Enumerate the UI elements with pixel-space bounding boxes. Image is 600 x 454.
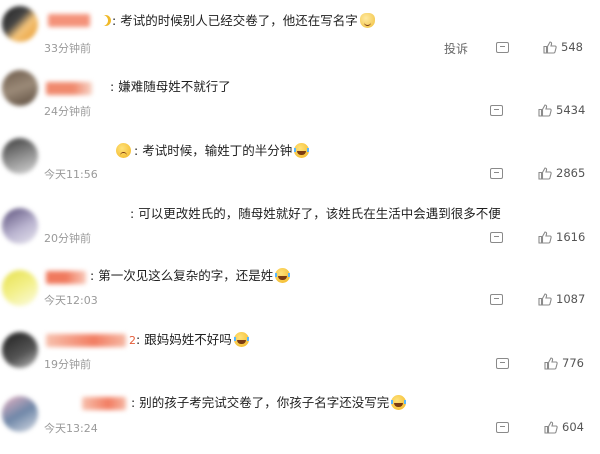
comment-item: : 嫌难随母姓不就行了 24分钟前 5434 xyxy=(0,62,600,122)
reply-icon[interactable] xyxy=(490,294,503,305)
reply-icon[interactable] xyxy=(490,232,503,243)
comment-text: : 考试时候，输姓丁的半分钟 xyxy=(116,143,310,159)
comment-time: 24分钟前 xyxy=(44,105,91,118)
report-button[interactable]: 投诉 xyxy=(444,40,468,57)
username[interactable] xyxy=(46,271,86,284)
comment-text: : 第一次见这么复杂的字，还是姓 xyxy=(90,268,291,284)
reply-icon[interactable] xyxy=(490,105,503,116)
username[interactable] xyxy=(48,14,90,27)
laugh-cry-emoji-icon xyxy=(391,395,407,410)
comment-time: 今天11:56 xyxy=(44,168,98,181)
thumbs-up-icon xyxy=(538,103,552,117)
like-count: 548 xyxy=(561,40,583,54)
avatar[interactable] xyxy=(2,332,38,368)
comment-item: 2: 跟妈妈姓不好吗 19分钟前 776 xyxy=(0,324,600,382)
comment-text-content: 考试时候，输姓丁的半分钟 xyxy=(142,143,293,158)
thumbs-up-icon xyxy=(544,356,558,370)
like-count: 776 xyxy=(562,356,584,370)
thumbs-up-icon xyxy=(543,40,557,54)
username[interactable] xyxy=(46,82,92,95)
comment-text-content: 第一次见这么复杂的字，还是姓 xyxy=(98,268,274,283)
comment-text-content: 跟妈妈姓不好吗 xyxy=(144,332,232,347)
avatar-badge-icon xyxy=(116,143,131,158)
thumbs-up-icon xyxy=(538,292,552,306)
comment-text-content: 可以更改姓氏的，随母姓就好了，该姓氏在生活中会遇到很多不便 xyxy=(138,206,501,221)
comment-text: : 嫌难随母姓不就行了 xyxy=(110,79,231,94)
thumbs-up-icon xyxy=(538,166,552,180)
comment-item: : 别的孩子考完试交卷了，你孩子名字还没写完 今天13:24 604 xyxy=(0,388,600,454)
comment-item: : 可以更改姓氏的，随母姓就好了，该姓氏在生活中会遇到很多不便 20分钟前 16… xyxy=(0,198,600,254)
comment-time: 20分钟前 xyxy=(44,232,91,245)
laugh-cry-emoji-icon xyxy=(275,268,291,283)
laugh-cry-emoji-icon xyxy=(233,332,249,347)
username[interactable] xyxy=(46,334,126,347)
like-count: 604 xyxy=(562,420,584,434)
comment-text: : 考试的时候别人已经交卷了，他还在写名字 xyxy=(97,13,375,29)
comment-item: : 第一次见这么复杂的字，还是姓 今天12:03 1087 xyxy=(0,262,600,318)
comment-time: 今天12:03 xyxy=(44,294,98,307)
comment-text-content: 考试的时候别人已经交卷了，他还在写名字 xyxy=(120,13,358,28)
reply-icon[interactable] xyxy=(496,358,509,369)
like-button[interactable]: 604 xyxy=(544,420,584,434)
avatar[interactable] xyxy=(2,138,38,174)
like-button[interactable]: 1616 xyxy=(538,230,585,244)
comment-text: : 别的孩子考完试交卷了，你孩子名字还没写完 xyxy=(131,395,407,411)
avatar[interactable] xyxy=(2,270,38,306)
reply-icon[interactable] xyxy=(490,168,503,179)
reply-icon[interactable] xyxy=(496,422,509,433)
comment-text: : 可以更改姓氏的，随母姓就好了，该姓氏在生活中会遇到很多不便 xyxy=(130,206,501,221)
reply-icon[interactable] xyxy=(496,42,509,53)
like-button[interactable]: 776 xyxy=(544,356,584,370)
like-button[interactable]: 548 xyxy=(543,40,583,54)
comment-time: 今天13:24 xyxy=(44,422,98,435)
like-count: 1087 xyxy=(556,292,586,306)
avatar[interactable] xyxy=(2,70,38,106)
comment-time: 19分钟前 xyxy=(44,358,91,371)
member-badge-icon xyxy=(97,15,108,26)
like-count: 5434 xyxy=(556,103,586,117)
comment-item: : 考试时候，输姓丁的半分钟 今天11:56 2865 xyxy=(0,132,600,188)
comment-item: : 考试的时候别人已经交卷了，他还在写名字 33分钟前 投诉 548 xyxy=(0,0,600,60)
thumbs-up-icon xyxy=(538,230,552,244)
comment-text: 2: 跟妈妈姓不好吗 xyxy=(129,332,249,349)
like-button[interactable]: 5434 xyxy=(538,103,585,117)
like-button[interactable]: 1087 xyxy=(538,292,585,306)
thumbs-up-icon xyxy=(544,420,558,434)
username[interactable] xyxy=(82,397,126,410)
comment-time: 33分钟前 xyxy=(44,42,91,55)
cat-emoji-icon xyxy=(359,13,375,28)
like-count: 2865 xyxy=(556,166,586,180)
laugh-cry-emoji-icon xyxy=(294,143,310,158)
comment-text-content: 嫌难随母姓不就行了 xyxy=(118,79,231,94)
avatar[interactable] xyxy=(2,208,38,244)
like-count: 1616 xyxy=(556,230,586,244)
avatar[interactable] xyxy=(2,396,38,432)
avatar[interactable] xyxy=(2,6,38,42)
comment-text-content: 别的孩子考完试交卷了，你孩子名字还没写完 xyxy=(139,395,390,410)
like-button[interactable]: 2865 xyxy=(538,166,585,180)
